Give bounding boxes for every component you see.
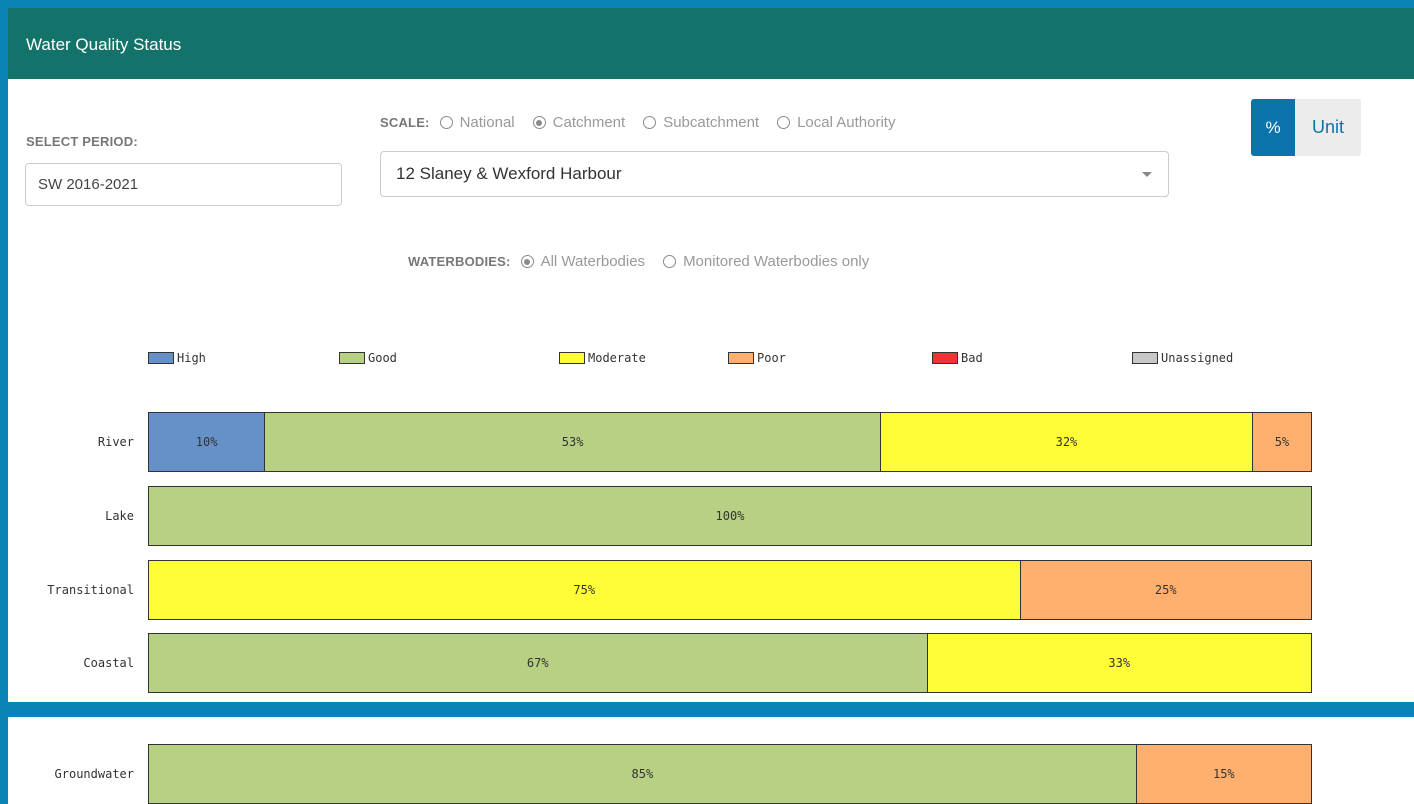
water-quality-panel: Water Quality Status SELECT PERIOD: SCAL… bbox=[8, 8, 1414, 702]
scale-option-label: Subcatchment bbox=[663, 114, 760, 131]
legend-item-good[interactable]: Good bbox=[339, 351, 397, 365]
bar-groundwater: 85% 15% bbox=[148, 744, 1312, 804]
bar-segment-groundwater-good[interactable]: 85% bbox=[149, 745, 1137, 803]
bar-segment-river-poor[interactable]: 5% bbox=[1252, 413, 1311, 471]
waterbodies-radio-group: WATERBODIES: All Waterbodies Monitored W… bbox=[408, 253, 887, 270]
legend-label: Unassigned bbox=[1161, 351, 1234, 365]
percent-toggle-button[interactable]: % bbox=[1251, 99, 1295, 156]
category-label-coastal: Coastal bbox=[83, 656, 134, 670]
bar-segment-river-high[interactable]: 10% bbox=[149, 413, 266, 471]
waterbodies-option-all[interactable]: All Waterbodies bbox=[520, 253, 646, 270]
chevron-down-icon bbox=[1142, 172, 1152, 177]
bar-transitional: 75% 25% bbox=[148, 560, 1312, 620]
scale-option-subcatchment[interactable]: Subcatchment bbox=[643, 114, 759, 131]
category-label-lake: Lake bbox=[105, 509, 134, 523]
select-period-label: SELECT PERIOD: bbox=[26, 134, 138, 149]
waterbodies-option-label: All Waterbodies bbox=[540, 253, 646, 270]
bar-segment-river-good[interactable]: 53% bbox=[265, 413, 882, 471]
waterbodies-option-label: Monitored Waterbodies only bbox=[683, 253, 870, 270]
bar-segment-groundwater-poor[interactable]: 15% bbox=[1136, 745, 1311, 803]
category-label-river: River bbox=[97, 435, 134, 449]
scale-option-label: National bbox=[459, 114, 515, 131]
scale-option-label: Local Authority bbox=[797, 114, 896, 131]
bar-river: 10% 53% 32% 5% bbox=[148, 412, 1312, 472]
category-label-groundwater: Groundwater bbox=[54, 767, 134, 781]
legend-item-bad[interactable]: Bad bbox=[932, 351, 983, 365]
legend-swatch bbox=[1132, 352, 1158, 364]
bar-segment-lake-good[interactable]: 100% bbox=[149, 487, 1311, 545]
legend-label: High bbox=[177, 351, 206, 365]
legend-item-unassigned[interactable]: Unassigned bbox=[1132, 351, 1233, 365]
radio-subcatchment[interactable] bbox=[643, 116, 657, 129]
legend-swatch bbox=[339, 352, 365, 364]
unit-toggle: % Unit bbox=[1251, 99, 1361, 156]
legend-item-poor[interactable]: Poor bbox=[728, 351, 786, 365]
panel-title: Water Quality Status bbox=[26, 35, 182, 54]
groundwater-panel: Groundwater 85% 15% bbox=[8, 717, 1414, 804]
waterbodies-option-monitored[interactable]: Monitored Waterbodies only bbox=[663, 253, 869, 270]
catchment-dropdown[interactable]: 12 Slaney & Wexford Harbour bbox=[380, 151, 1169, 197]
scale-option-local-authority[interactable]: Local Authority bbox=[777, 114, 895, 131]
legend-swatch bbox=[559, 352, 585, 364]
period-input[interactable] bbox=[25, 163, 342, 206]
legend-swatch bbox=[148, 352, 174, 364]
bar-coastal: 67% 33% bbox=[148, 633, 1312, 693]
category-label-transitional: Transitional bbox=[47, 583, 134, 597]
waterbodies-label: WATERBODIES: bbox=[408, 254, 511, 269]
bar-segment-coastal-moderate[interactable]: 33% bbox=[927, 634, 1311, 692]
unit-toggle-button[interactable]: Unit bbox=[1295, 99, 1361, 156]
bar-segment-transitional-poor[interactable]: 25% bbox=[1020, 561, 1311, 619]
legend-label: Bad bbox=[961, 351, 983, 365]
legend-label: Moderate bbox=[588, 351, 646, 365]
radio-local-authority[interactable] bbox=[777, 116, 791, 129]
scale-option-catchment[interactable]: Catchment bbox=[532, 114, 626, 131]
bar-segment-river-moderate[interactable]: 32% bbox=[881, 413, 1253, 471]
bar-lake: 100% bbox=[148, 486, 1312, 546]
legend-label: Poor bbox=[757, 351, 786, 365]
scale-option-national[interactable]: National bbox=[439, 114, 515, 131]
scale-label: SCALE: bbox=[380, 115, 430, 130]
legend-swatch bbox=[728, 352, 754, 364]
legend-swatch bbox=[932, 352, 958, 364]
radio-catchment[interactable] bbox=[532, 116, 546, 129]
radio-national[interactable] bbox=[439, 116, 453, 129]
legend-item-high[interactable]: High bbox=[148, 351, 206, 365]
scale-option-label: Catchment bbox=[552, 114, 626, 131]
bar-segment-coastal-good[interactable]: 67% bbox=[149, 634, 928, 692]
radio-all-waterbodies[interactable] bbox=[520, 255, 534, 268]
bar-segment-transitional-moderate[interactable]: 75% bbox=[149, 561, 1021, 619]
catchment-selected-value: 12 Slaney & Wexford Harbour bbox=[396, 164, 622, 183]
legend-label: Good bbox=[368, 351, 397, 365]
panel-header: Water Quality Status bbox=[8, 8, 1414, 79]
scale-radio-group: SCALE: National Catchment Subcatchment L… bbox=[380, 114, 913, 131]
legend-item-moderate[interactable]: Moderate bbox=[559, 351, 646, 365]
radio-monitored-waterbodies[interactable] bbox=[663, 255, 677, 268]
